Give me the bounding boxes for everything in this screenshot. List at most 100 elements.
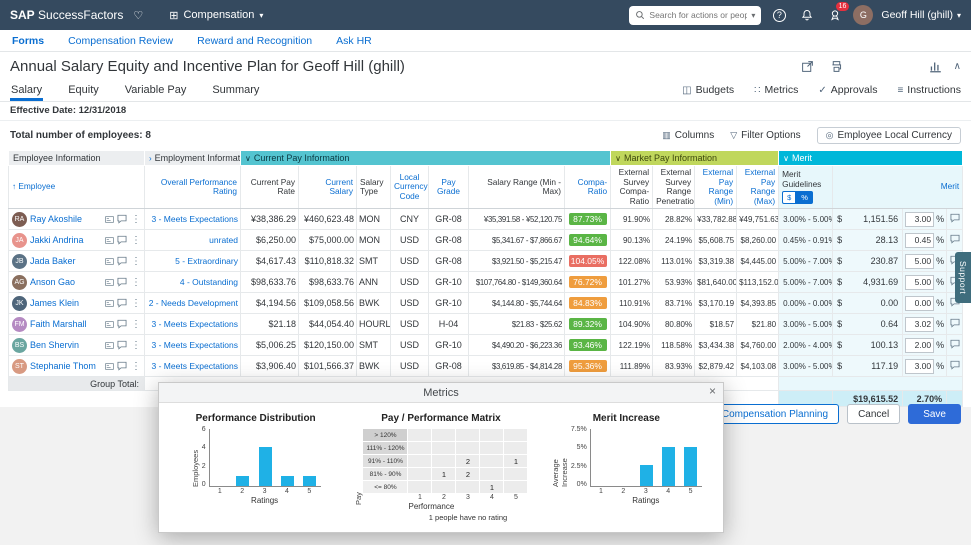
merit-comment-icon[interactable] (950, 360, 960, 370)
global-search[interactable]: ▾ (629, 6, 761, 25)
column-header-compa-ratio[interactable]: Compa-Ratio (565, 166, 611, 209)
columns-button[interactable]: ▥Columns (662, 130, 714, 141)
column-header-ext-pay-min[interactable]: External Pay Range (Min) (695, 166, 737, 209)
search-scope-chevron-icon[interactable]: ▾ (751, 11, 755, 20)
filter-options-button[interactable]: ▽Filter Options (730, 130, 800, 141)
row-menu-icon[interactable]: ⋮ (130, 277, 142, 288)
merit-percent-input[interactable]: 5.00 (905, 275, 934, 290)
merit-percent-input[interactable]: 3.00 (905, 359, 934, 374)
merit-comment-icon[interactable] (950, 318, 960, 328)
rating-link[interactable]: 4 - Outstanding (180, 277, 238, 287)
merit-comment-icon[interactable] (950, 234, 960, 244)
rating-link[interactable]: 2 - Needs Development (149, 298, 238, 308)
comment-icon[interactable] (117, 340, 127, 350)
merit-percent-input[interactable]: 2.00 (905, 338, 934, 353)
ext-compa-cell: 104.90% (611, 314, 653, 335)
salary-type-cell: SMT (357, 251, 391, 272)
merit-percent-input[interactable]: 3.00 (905, 212, 934, 227)
row-menu-icon[interactable]: ⋮ (130, 298, 142, 309)
comment-icon[interactable] (117, 298, 127, 308)
matrix-grid: > 120%111% - 120%91% - 110%2181% - 90%12… (363, 429, 527, 494)
print-icon[interactable] (830, 60, 843, 73)
cancel-button[interactable]: Cancel (847, 404, 900, 424)
group-employment-information[interactable]: ›Employment Information (145, 151, 241, 166)
merit-percent-input[interactable]: 0.45 (905, 233, 934, 248)
budgets-button[interactable]: ◫Budgets (682, 84, 734, 96)
tab-variable-pay[interactable]: Variable Pay (124, 80, 188, 101)
support-tab[interactable]: Support (955, 252, 971, 303)
tab-summary[interactable]: Summary (211, 80, 260, 101)
column-header-ext-pay-max[interactable]: External Pay Range (Max) (737, 166, 779, 209)
comment-icon[interactable] (117, 319, 127, 329)
approvals-button[interactable]: ✓Approvals (818, 84, 877, 96)
column-header-merit[interactable]: Merit (833, 166, 963, 209)
toggle-percent[interactable]: % (796, 191, 813, 204)
employee-name-link[interactable]: Stephanie Thom (30, 361, 102, 371)
rating-link[interactable]: 3 - Meets Expectations (152, 319, 238, 329)
comment-icon[interactable] (117, 256, 127, 266)
comment-icon[interactable] (117, 277, 127, 287)
row-menu-icon[interactable]: ⋮ (130, 235, 142, 246)
open-form-icon[interactable] (801, 60, 814, 73)
comment-icon[interactable] (117, 361, 127, 371)
bell-icon[interactable] (797, 5, 817, 25)
row-menu-icon[interactable]: ⋮ (130, 256, 142, 267)
nav-item-forms[interactable]: Forms (12, 35, 44, 47)
help-icon[interactable]: ? (769, 5, 789, 25)
rating-link[interactable]: 3 - Meets Expectations (152, 214, 238, 224)
tab-salary[interactable]: Salary (10, 80, 43, 101)
close-icon[interactable]: × (709, 384, 716, 398)
tab-equity[interactable]: Equity (67, 80, 100, 101)
metrics-button[interactable]: ∷Metrics (754, 84, 798, 96)
rating-link[interactable]: unrated (209, 235, 238, 245)
employee-name-link[interactable]: Ray Akoshile (30, 214, 102, 224)
save-button[interactable]: Save (908, 404, 961, 424)
row-menu-icon[interactable]: ⋮ (130, 361, 142, 372)
group-merit[interactable]: ∨Merit (779, 151, 963, 166)
comment-icon[interactable] (117, 235, 127, 245)
instructions-button[interactable]: ≡Instructions (897, 84, 961, 96)
row-menu-icon[interactable]: ⋮ (130, 214, 142, 225)
user-avatar[interactable]: G (853, 5, 873, 25)
row-menu-icon[interactable]: ⋮ (130, 340, 142, 351)
toggle-dollar[interactable]: $ (782, 191, 796, 204)
nav-item-compensation-review[interactable]: Compensation Review (68, 35, 173, 47)
currency-code-cell: USD (391, 356, 429, 377)
employee-name-link[interactable]: Ben Shervin (30, 340, 102, 350)
column-header-salary[interactable]: Current Salary (299, 166, 357, 209)
achievements-icon[interactable]: 16 (825, 5, 845, 25)
rating-link[interactable]: 3 - Meets Expectations (152, 361, 238, 371)
merit-percent-input[interactable]: 5.00 (905, 254, 934, 269)
module-switcher[interactable]: ⊞ Compensation ▾ (169, 9, 263, 22)
merit-display-toggle[interactable]: $ % (782, 191, 829, 204)
merit-percent-input[interactable]: 0.00 (905, 296, 934, 311)
employee-name-link[interactable]: Anson Gao (30, 277, 102, 287)
merit-comment-icon[interactable] (950, 339, 960, 349)
group-market-pay-information[interactable]: ∨Market Pay Information (611, 151, 779, 166)
employee-name-link[interactable]: Faith Marshall (30, 319, 102, 329)
user-menu[interactable]: Geoff Hill (ghill) ▾ (881, 9, 961, 21)
rating-link[interactable]: 5 - Extraordinary (175, 256, 238, 266)
merit-comment-cell (947, 314, 963, 335)
comment-icon[interactable] (117, 214, 127, 224)
column-header-employee[interactable]: ↑ Employee (9, 166, 145, 209)
merit-percent-input[interactable]: 3.02 (905, 317, 934, 332)
nav-item-reward-and-recognition[interactable]: Reward and Recognition (197, 35, 312, 47)
group-current-pay-information[interactable]: ∨Current Pay Information (241, 151, 611, 166)
employee-name-link[interactable]: Jakki Andrina (30, 235, 102, 245)
collapse-header-icon[interactable]: ∧ (954, 61, 961, 72)
ext-penetration-cell: 113.01% (653, 251, 695, 272)
rating-link[interactable]: 3 - Meets Expectations (152, 340, 238, 350)
column-header-pay-grade[interactable]: Pay Grade (429, 166, 469, 209)
column-header-currency[interactable]: Local Currency Code (391, 166, 429, 209)
insights-chart-icon[interactable] (929, 60, 942, 73)
currency-code-cell: CNY (391, 209, 429, 230)
employee-name-link[interactable]: James Klein (30, 298, 102, 308)
column-header-rating[interactable]: Overall Performance Rating (145, 166, 241, 209)
local-currency-button[interactable]: ◎Employee Local Currency (817, 127, 961, 144)
nav-item-ask-hr[interactable]: Ask HR (336, 35, 372, 47)
row-menu-icon[interactable]: ⋮ (130, 319, 142, 330)
merit-comment-icon[interactable] (950, 213, 960, 223)
search-input[interactable] (649, 10, 747, 20)
employee-name-link[interactable]: Jada Baker (30, 256, 102, 266)
